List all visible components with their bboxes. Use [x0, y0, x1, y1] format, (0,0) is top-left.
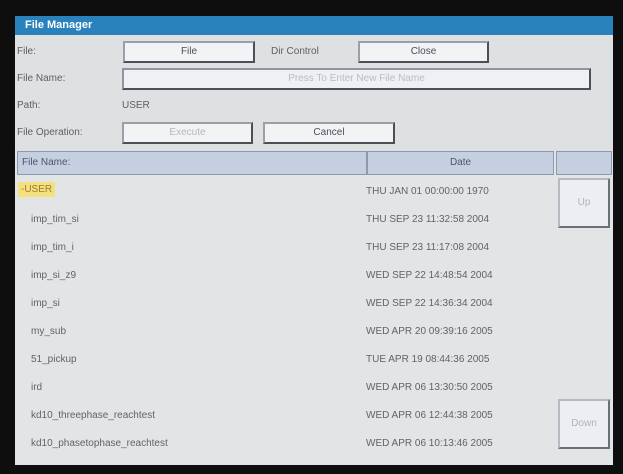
file-row[interactable]: my_sub WED APR 20 09:39:16 2005: [15, 318, 555, 346]
scroll-down-button[interactable]: Down: [558, 399, 610, 449]
file-date: THU JAN 01 00:00:00 1970: [366, 186, 489, 197]
file-date: THU SEP 23 11:32:58 2004: [366, 214, 490, 225]
file-row[interactable]: imp_si_z9 WED SEP 22 14:48:54 2004: [15, 262, 555, 290]
file-date: WED SEP 22 14:48:54 2004: [366, 270, 493, 281]
file-date: WED APR 20 09:39:16 2005: [366, 326, 493, 337]
file-name: kd10_phasetophase_reachtest: [31, 438, 168, 449]
execute-button[interactable]: Execute: [122, 122, 253, 144]
scroll-up-button[interactable]: Up: [558, 178, 610, 228]
path-value: USER: [122, 100, 150, 111]
file-name: ird: [31, 382, 43, 393]
column-header-spacer: [556, 151, 612, 175]
file-name-label: File Name:: [17, 73, 66, 84]
file-name-field[interactable]: Press To Enter New File Name: [122, 68, 591, 90]
file-operation-label: File Operation:: [17, 127, 83, 138]
file-name: imp_tim_si: [31, 214, 79, 225]
file-manager-window: File Manager File: File Dir Control Clos…: [15, 16, 613, 465]
path-label: Path:: [17, 100, 41, 111]
file-button[interactable]: File: [123, 41, 255, 63]
file-row[interactable]: 51_pickup TUE APR 19 08:44:36 2005: [15, 346, 555, 374]
file-label: File:: [17, 46, 36, 57]
file-row[interactable]: imp_tim_si THU SEP 23 11:32:58 2004: [15, 206, 555, 234]
file-name: imp_si: [31, 298, 60, 309]
file-date: WED APR 06 10:13:46 2005: [366, 438, 493, 449]
file-row[interactable]: kd10_phasetophase_reachtest WED APR 06 1…: [15, 430, 555, 458]
file-row[interactable]: imp_si WED SEP 22 14:36:34 2004: [15, 290, 555, 318]
file-name: kd10_threephase_reachtest: [31, 410, 155, 421]
file-name: imp_si_z9: [31, 270, 77, 281]
close-button[interactable]: Close: [358, 41, 489, 63]
column-header-file-name[interactable]: File Name:: [17, 151, 367, 175]
file-row[interactable]: imp_tim_i THU SEP 23 11:17:08 2004: [15, 234, 555, 262]
file-name: -USER: [18, 182, 56, 197]
column-header-date[interactable]: Date: [367, 151, 554, 175]
dir-control-label: Dir Control: [271, 46, 319, 57]
file-name: 51_pickup: [31, 354, 77, 365]
cancel-button[interactable]: Cancel: [263, 122, 395, 144]
file-date: TUE APR 19 08:44:36 2005: [366, 354, 490, 365]
file-date: WED APR 06 13:30:50 2005: [366, 382, 493, 393]
file-name: imp_tim_i: [31, 242, 74, 253]
file-row[interactable]: kd10_threephase_reachtest WED APR 06 12:…: [15, 402, 555, 430]
file-name: my_sub: [31, 326, 67, 337]
file-table: File Name: Date -USER THU JAN 01 00:00:0…: [15, 151, 613, 465]
file-date: WED APR 06 12:44:38 2005: [366, 410, 493, 421]
file-date: THU SEP 23 11:17:08 2004: [366, 242, 490, 253]
file-row-root[interactable]: -USER THU JAN 01 00:00:00 1970: [15, 178, 555, 206]
file-date: WED SEP 22 14:36:34 2004: [366, 298, 493, 309]
window-title: File Manager: [15, 16, 613, 35]
file-row[interactable]: ird WED APR 06 13:30:50 2005: [15, 374, 555, 402]
